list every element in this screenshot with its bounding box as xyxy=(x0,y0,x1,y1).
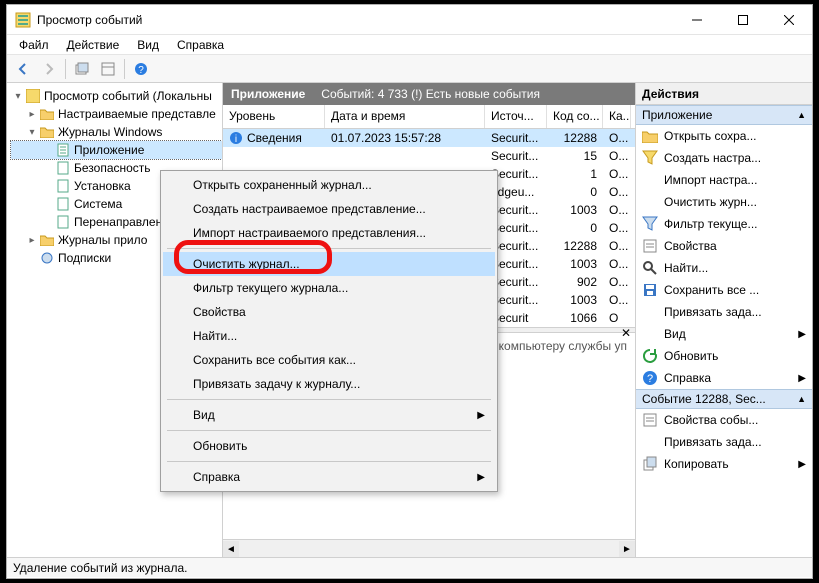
context-menu-item[interactable]: Импорт настраиваемого представления... xyxy=(163,221,495,245)
col-level[interactable]: Уровень xyxy=(223,105,325,128)
info-icon: i xyxy=(229,131,243,145)
subs-icon xyxy=(39,250,55,266)
titlebar: Просмотр событий xyxy=(7,5,812,35)
save-icon xyxy=(642,282,658,298)
col-datetime[interactable]: Дата и время xyxy=(325,105,485,128)
none-icon xyxy=(642,172,658,188)
actions-section-event[interactable]: Событие 12288, Sec...▲ xyxy=(636,389,812,409)
toolbar-btn-1[interactable] xyxy=(70,58,94,80)
panel-subtitle: Событий: 4 733 (!) Есть новые события xyxy=(321,87,540,101)
context-menu-item[interactable]: Очистить журнал... xyxy=(163,252,495,276)
context-menu: Открыть сохраненный журнал...Создать нас… xyxy=(160,170,498,492)
context-menu-item[interactable]: Открыть сохраненный журнал... xyxy=(163,173,495,197)
filter-icon xyxy=(642,216,658,232)
context-menu-item[interactable]: Обновить xyxy=(163,434,495,458)
action-item[interactable]: Привязать зада... xyxy=(636,301,812,323)
close-button[interactable] xyxy=(766,5,812,35)
app-icon xyxy=(15,12,31,28)
context-menu-item[interactable]: Вид▶ xyxy=(163,403,495,427)
log-icon xyxy=(55,160,71,176)
none-icon xyxy=(642,326,658,342)
col-source[interactable]: Источ... xyxy=(485,105,547,128)
table-row[interactable]: Securit...15О... xyxy=(223,147,635,165)
window-title: Просмотр событий xyxy=(37,13,674,27)
action-item[interactable]: Привязать зада... xyxy=(636,431,812,453)
none-icon xyxy=(642,434,658,450)
refresh-icon xyxy=(642,348,658,364)
action-item[interactable]: Копировать▶ xyxy=(636,453,812,475)
action-item[interactable]: Открыть сохра... xyxy=(636,125,812,147)
panel-title: Приложение xyxy=(231,87,305,101)
svg-text:i: i xyxy=(235,134,237,145)
grid-header: Уровень Дата и время Источ... Код со... … xyxy=(223,105,635,129)
scroll-right-icon[interactable]: ► xyxy=(619,541,635,557)
action-item[interactable]: Свойства xyxy=(636,235,812,257)
toolbar: ? xyxy=(7,55,812,83)
menu-action[interactable]: Действие xyxy=(59,36,128,54)
context-menu-item[interactable]: Свойства xyxy=(163,300,495,324)
menu-file[interactable]: Файл xyxy=(11,36,57,54)
actions-panel: Действия Приложение▲ Открыть сохра...Соз… xyxy=(636,83,812,557)
hscrollbar[interactable]: ◄ ► xyxy=(223,539,635,557)
scroll-left-icon[interactable]: ◄ xyxy=(223,541,239,557)
action-item[interactable]: Найти... xyxy=(636,257,812,279)
log-icon xyxy=(55,196,71,212)
tree-custom-views[interactable]: ▸ Настраиваемые представле xyxy=(11,105,222,123)
action-item[interactable]: Фильтр текуще... xyxy=(636,213,812,235)
none-icon xyxy=(642,304,658,320)
context-menu-item[interactable]: Найти... xyxy=(163,324,495,348)
none-icon xyxy=(642,194,658,210)
menu-view[interactable]: Вид xyxy=(129,36,167,54)
svg-text:?: ? xyxy=(647,373,653,385)
context-menu-item[interactable]: Создать настраиваемое представление... xyxy=(163,197,495,221)
context-menu-item[interactable]: Привязать задачу к журналу... xyxy=(163,372,495,396)
find-icon xyxy=(642,260,658,276)
toolbar-btn-2[interactable] xyxy=(96,58,120,80)
folder-open-icon xyxy=(642,128,658,144)
action-item[interactable]: Вид▶ xyxy=(636,323,812,345)
action-item[interactable]: Импорт настра... xyxy=(636,169,812,191)
log-icon xyxy=(55,178,71,194)
log-icon xyxy=(55,214,71,230)
tree-item-application[interactable]: Приложение xyxy=(11,141,222,159)
minimize-button[interactable] xyxy=(674,5,720,35)
tree-root[interactable]: ▾ Просмотр событий (Локальны xyxy=(11,87,222,105)
folder-icon xyxy=(39,124,55,140)
action-item[interactable]: Создать настра... xyxy=(636,147,812,169)
maximize-button[interactable] xyxy=(720,5,766,35)
props-icon xyxy=(642,412,658,428)
action-item[interactable]: Очистить журн... xyxy=(636,191,812,213)
log-icon xyxy=(55,142,71,158)
folder-icon xyxy=(39,106,55,122)
folder-icon xyxy=(39,232,55,248)
context-menu-item[interactable]: Фильтр текущего журнала... xyxy=(163,276,495,300)
help-icon: ? xyxy=(642,370,658,386)
actions-section-app[interactable]: Приложение▲ xyxy=(636,105,812,125)
menubar: Файл Действие Вид Справка xyxy=(7,35,812,55)
filter-new-icon xyxy=(642,150,658,166)
context-menu-item[interactable]: Сохранить все события как... xyxy=(163,348,495,372)
props-icon xyxy=(642,238,658,254)
help-button[interactable]: ? xyxy=(129,58,153,80)
table-row[interactable]: iСведения01.07.2023 15:57:28Securit...12… xyxy=(223,129,635,147)
actions-header: Действия xyxy=(636,83,812,105)
action-item[interactable]: ?Справка▶ xyxy=(636,367,812,389)
svg-text:?: ? xyxy=(138,65,144,76)
context-menu-item[interactable]: Справка▶ xyxy=(163,465,495,489)
menu-help[interactable]: Справка xyxy=(169,36,232,54)
tree-windows-logs[interactable]: ▾ Журналы Windows xyxy=(11,123,222,141)
forward-button[interactable] xyxy=(37,58,61,80)
copy-icon xyxy=(642,456,658,472)
statusbar: Удаление событий из журнала. xyxy=(7,557,812,577)
back-button[interactable] xyxy=(11,58,35,80)
eventviewer-icon xyxy=(25,88,41,104)
col-category[interactable]: Ка... xyxy=(603,105,631,128)
action-item[interactable]: Свойства собы... xyxy=(636,409,812,431)
action-item[interactable]: Сохранить все ... xyxy=(636,279,812,301)
close-detail-icon[interactable]: ✕ xyxy=(621,326,631,340)
col-code[interactable]: Код со... xyxy=(547,105,603,128)
action-item[interactable]: Обновить xyxy=(636,345,812,367)
